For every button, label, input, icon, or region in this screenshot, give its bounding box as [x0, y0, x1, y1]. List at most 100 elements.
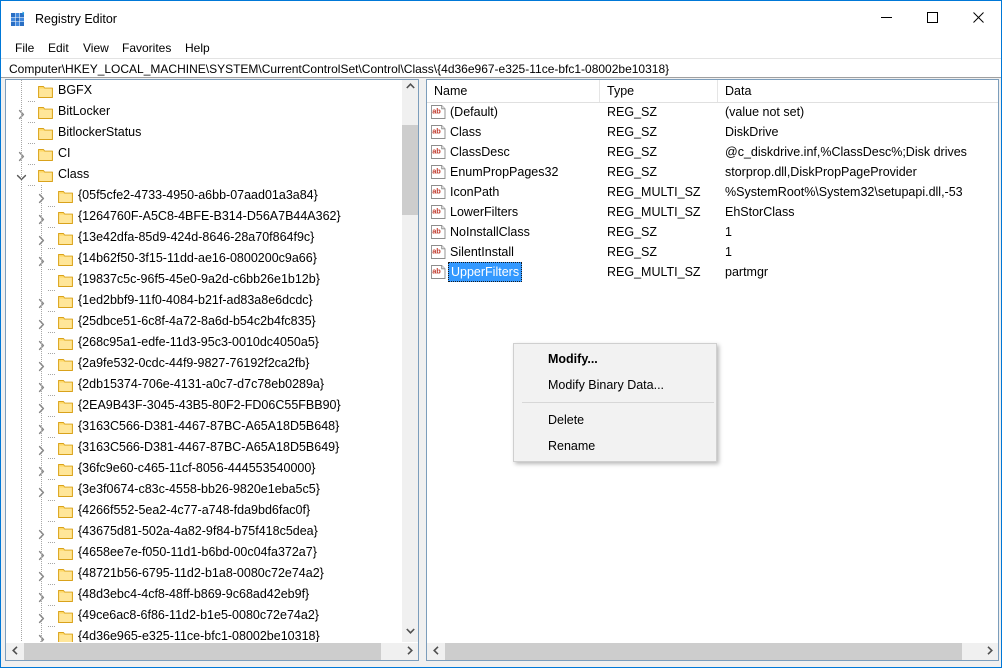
value-data: %SystemRoot%\System32\setupapi.dll,-53	[725, 185, 963, 199]
folder-icon	[58, 189, 73, 203]
table-row[interactable]: ab SilentInstall REG_SZ 1	[427, 242, 998, 262]
string-value-icon: ab	[431, 145, 446, 159]
tree-item[interactable]: {3163C566-D381-4467-87BC-A65A18D5B648}	[6, 416, 401, 438]
value-type: REG_SZ	[607, 165, 658, 179]
value-data: EhStorClass	[725, 205, 795, 219]
table-row[interactable]: ab IconPath REG_MULTI_SZ %SystemRoot%\Syste…	[427, 182, 998, 202]
tree-item[interactable]: {3e3f0674-c83c-4558-bb26-9820e1eba5c5}	[6, 479, 401, 501]
tree-item[interactable]: {19837c5c-96f5-45e0-9a2d-c6bb26e1b12b}	[6, 269, 401, 291]
table-row[interactable]: ab NoInstallClass REG_SZ 1	[427, 222, 998, 242]
table-row[interactable]: ab (Default) REG_SZ (value not set)	[427, 102, 998, 122]
menu-help[interactable]: Help	[183, 40, 212, 56]
tree-item-label: BitLocker	[58, 104, 111, 118]
tree-item-label: {36fc9e60-c465-11cf-8056-444553540000}	[78, 461, 316, 475]
string-value-icon: ab	[431, 185, 446, 199]
folder-icon	[38, 126, 53, 140]
minimize-button[interactable]	[863, 1, 909, 33]
tree-item-label: {48d3ebc4-4cf8-48ff-b869-9c68ad42eb9f}	[78, 587, 310, 601]
tree-item[interactable]: {48d3ebc4-4cf8-48ff-b869-9c68ad42eb9f}	[6, 584, 401, 606]
column-header-name[interactable]: Name	[427, 80, 600, 102]
tree-item[interactable]: {14b62f50-3f15-11dd-ae16-0800200c9a66}	[6, 248, 401, 270]
table-row[interactable]: ab EnumPropPages32 REG_SZ storprop.dll,Disk…	[427, 162, 998, 182]
tree-scroll-up-button[interactable]	[402, 80, 418, 97]
tree-item[interactable]: {05f5cfe2-4733-4950-a6bb-07aad01a3a84}	[6, 185, 401, 207]
tree-item[interactable]: {4658ee7e-f050-11d1-b6bd-00c04fa372a7}	[6, 542, 401, 564]
tree-item[interactable]: BGFX	[6, 80, 401, 102]
column-header-data[interactable]: Data	[718, 80, 998, 102]
tree-scroll-right-button[interactable]	[401, 643, 418, 660]
tree-item[interactable]: {25dbce51-6c8f-4a72-8a6d-b54c2b4fc835}	[6, 311, 401, 333]
tree-item[interactable]: {1264760F-A5C8-4BFE-B314-D56A7B44A362}	[6, 206, 401, 228]
tree-hscroll-thumb[interactable]	[24, 643, 381, 660]
svg-text:ab: ab	[432, 127, 441, 136]
tree-item-label: BGFX	[58, 83, 93, 97]
value-type: REG_SZ	[607, 225, 658, 239]
value-type: REG_SZ	[607, 125, 658, 139]
tree-guide-line	[21, 80, 22, 642]
tree-item-label: {05f5cfe2-4733-4950-a6bb-07aad01a3a84}	[78, 188, 318, 202]
menu-view[interactable]: View	[81, 40, 111, 56]
tree-item[interactable]: BitlockerStatus	[6, 122, 401, 144]
table-row[interactable]: ab Class REG_SZ DiskDrive	[427, 122, 998, 142]
tree-scroll-left-button[interactable]	[6, 643, 23, 660]
tree-horizontal-scrollbar[interactable]	[6, 643, 418, 660]
menu-file[interactable]: File	[13, 40, 36, 56]
content-area: BGFX BitLocker BitlockerStatus CI Class {05f5…	[1, 79, 1001, 667]
tree-item[interactable]: {1ed2bbf9-11f0-4084-b21f-ad83a8e6dcdc}	[6, 290, 401, 312]
tree-item[interactable]: {43675d81-502a-4a82-9f84-b75f418c5dea}	[6, 521, 401, 543]
tree-item[interactable]: {48721b56-6795-11d2-b1a8-0080c72e74a2}	[6, 563, 401, 585]
tree-item[interactable]: {36fc9e60-c465-11cf-8056-444553540000}	[6, 458, 401, 480]
tree-item[interactable]: {268c95a1-edfe-11d3-95c3-0010dc4050a5}	[6, 332, 401, 354]
tree-scroll-thumb[interactable]	[402, 125, 418, 215]
context-menu-item-delete[interactable]: Delete	[514, 407, 716, 433]
value-data: partmgr	[725, 265, 769, 279]
column-header-type[interactable]: Type	[600, 80, 718, 102]
tree-item[interactable]: {4d36e965-e325-11ce-bfc1-08002be10318}	[6, 626, 401, 642]
menu-favorites[interactable]: Favorites	[120, 40, 173, 56]
folder-icon	[58, 357, 73, 371]
registry-editor-window: Registry Editor File Edit View Favorites…	[0, 0, 1002, 668]
folder-icon	[38, 105, 53, 119]
tree-item[interactable]: {2EA9B43F-3045-43B5-80F2-FD06C55FBB90}	[6, 395, 401, 417]
folder-icon	[58, 504, 73, 518]
tree-item[interactable]: {13e42dfa-85d9-424d-8646-28a70f864f9c}	[6, 227, 401, 249]
close-button[interactable]	[955, 1, 1001, 33]
context-menu-item-modify[interactable]: Modify...	[514, 346, 716, 372]
tree-connector-line	[48, 215, 57, 228]
tree-vertical-scrollbar[interactable]	[401, 80, 418, 642]
list-hscroll-thumb[interactable]	[445, 643, 962, 660]
tree-item[interactable]: {4266f552-5ea2-4c77-a748-fda9bd6fac0f}	[6, 500, 401, 522]
tree-connector-line	[48, 593, 57, 606]
context-menu-item-modifybinarydata[interactable]: Modify Binary Data...	[514, 372, 716, 398]
tree-item[interactable]: {3163C566-D381-4467-87BC-A65A18D5B649}	[6, 437, 401, 459]
tree-connector-line	[48, 614, 57, 627]
list-horizontal-scrollbar[interactable]	[427, 643, 998, 660]
title-bar: Registry Editor	[1, 1, 1001, 37]
registry-icon	[10, 11, 27, 28]
tree-item[interactable]: CI	[6, 143, 401, 165]
maximize-button[interactable]	[909, 1, 955, 33]
value-name: LowerFilters	[450, 205, 519, 219]
table-row[interactable]: ab LowerFilters REG_MULTI_SZ EhStorClass	[427, 202, 998, 222]
tree-item[interactable]: Class	[6, 164, 401, 186]
folder-icon	[58, 588, 73, 602]
menu-edit[interactable]: Edit	[46, 40, 71, 56]
tree-item-label: {2EA9B43F-3045-43B5-80F2-FD06C55FBB90}	[78, 398, 341, 412]
tree-item[interactable]: {2db15374-706e-4131-a0c7-d7c78eb0289a}	[6, 374, 401, 396]
address-bar[interactable]: Computer\HKEY_LOCAL_MACHINE\SYSTEM\Curre…	[1, 58, 1001, 78]
tree-item[interactable]: {49ce6ac8-6f86-11d2-b1e5-0080c72e74a2}	[6, 605, 401, 627]
string-value-icon: ab	[431, 205, 446, 219]
tree-scroll-down-button[interactable]	[402, 625, 418, 642]
folder-icon	[58, 210, 73, 224]
tree-viewport: BGFX BitLocker BitlockerStatus CI Class {05f5…	[6, 80, 401, 642]
folder-icon	[58, 609, 73, 623]
context-menu-item-rename[interactable]: Rename	[514, 433, 716, 459]
list-scroll-left-button[interactable]	[427, 643, 444, 660]
tree-item[interactable]: {2a9fe532-0cdc-44f9-9827-76192f2ca2fb}	[6, 353, 401, 375]
folder-icon	[58, 420, 73, 434]
string-value-icon: ab	[431, 105, 446, 119]
table-row[interactable]: ab UpperFilters REG_MULTI_SZ partmgr	[427, 262, 998, 282]
list-scroll-right-button[interactable]	[981, 643, 998, 660]
table-row[interactable]: ab ClassDesc REG_SZ @c_diskdrive.inf,%Class…	[427, 142, 998, 162]
tree-item[interactable]: BitLocker	[6, 101, 401, 123]
